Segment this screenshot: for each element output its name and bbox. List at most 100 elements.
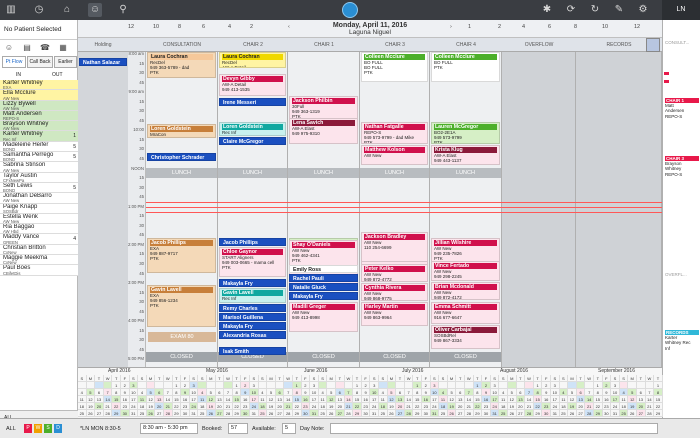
calendar-day[interactable]: 27: [396, 410, 405, 417]
calendar-day[interactable]: 22: [172, 403, 182, 410]
calendar-icon[interactable]: ▦: [58, 43, 68, 53]
next-day-arrow[interactable]: ›: [450, 24, 452, 30]
appointment-card[interactable]: Devyn Gibby AW-A Detail 949 413-1535: [219, 74, 286, 96]
calendar-day[interactable]: 9: [241, 389, 250, 396]
calendar-day[interactable]: [628, 382, 637, 389]
appointment-card[interactable]: Marisol Guillena: [219, 313, 286, 321]
calendar-day[interactable]: 5: [628, 389, 637, 396]
tab-pt-flow[interactable]: Pt Flow: [2, 56, 26, 68]
calendar-day[interactable]: 19: [267, 403, 276, 410]
calendar-day[interactable]: 4: [379, 389, 388, 396]
calendar-day[interactable]: 18: [138, 403, 147, 410]
calendar-day[interactable]: 22: [353, 403, 362, 410]
calendar-day[interactable]: 27: [516, 410, 526, 417]
calendar-day[interactable]: 21: [585, 403, 594, 410]
calendar-day[interactable]: 13: [576, 396, 586, 403]
list-item[interactable]: Karter Whitney EXA: [0, 80, 78, 91]
calendar-day[interactable]: [559, 382, 569, 389]
calendar-day[interactable]: 5: [207, 389, 216, 396]
calendar-day[interactable]: 20: [516, 403, 526, 410]
calendar-day[interactable]: 21: [103, 403, 113, 410]
calendar-day[interactable]: 23: [181, 403, 190, 410]
calendar-day[interactable]: [576, 382, 586, 389]
list-item[interactable]: Maggie Meekma CxNew: [0, 255, 78, 266]
calendar-day[interactable]: 24: [430, 403, 440, 410]
calendar-day[interactable]: 15: [353, 396, 362, 403]
clock-icon[interactable]: ◷: [32, 3, 46, 17]
calendar-day[interactable]: 21: [344, 403, 354, 410]
calendar-day[interactable]: 8: [473, 389, 483, 396]
calendar-day[interactable]: 15: [533, 396, 543, 403]
column-header[interactable]: CONSULTATION: [146, 38, 218, 52]
calendar-day[interactable]: 16: [482, 396, 491, 403]
list-item[interactable]: Lizzy Bywell AW New: [0, 100, 78, 111]
calendar-day[interactable]: 20: [576, 403, 586, 410]
calendar-day[interactable]: 15: [473, 396, 483, 403]
calendar-day[interactable]: 8: [533, 389, 543, 396]
calendar-day[interactable]: [344, 382, 354, 389]
calendar-day[interactable]: 7: [224, 389, 233, 396]
appointment-card[interactable]: Alexandria Rosas: [219, 331, 286, 339]
calendar-day[interactable]: 5: [267, 389, 276, 396]
calendar-day[interactable]: 9: [181, 389, 190, 396]
calendar-day[interactable]: 14: [585, 396, 594, 403]
calendar-day[interactable]: 29: [533, 410, 543, 417]
calendar-day[interactable]: 6: [95, 389, 104, 396]
calendar-day[interactable]: 23: [542, 403, 551, 410]
calendar-day[interactable]: 28: [284, 410, 293, 417]
calendar-day[interactable]: 27: [95, 410, 104, 417]
calendar-day[interactable]: 28: [164, 410, 173, 417]
calendar-day[interactable]: 5: [447, 389, 457, 396]
calendar-day[interactable]: 20: [456, 403, 465, 410]
appointment-card[interactable]: Emma Schmitt AW New 916 677-6647: [431, 302, 500, 324]
calendar-day[interactable]: 27: [215, 410, 225, 417]
appointment-card[interactable]: Makayla Fry: [289, 292, 358, 300]
appointment-card[interactable]: Loren Goldstein Rec Inf: [219, 122, 286, 136]
calendar-day[interactable]: 13: [396, 396, 405, 403]
calendar-day[interactable]: 26: [447, 410, 457, 417]
calendar-day[interactable]: 21: [404, 403, 414, 410]
calendar-day[interactable]: 20: [95, 403, 104, 410]
calendar-day[interactable]: [258, 382, 268, 389]
calendar-day[interactable]: 20: [275, 403, 285, 410]
sync-icon[interactable]: ⟳: [564, 3, 578, 17]
calendar-day[interactable]: 1: [594, 382, 603, 389]
calendar-day[interactable]: 9: [301, 389, 311, 396]
calendar-day[interactable]: 29: [654, 410, 663, 417]
appointment-card[interactable]: Rachel Pauli: [289, 274, 358, 282]
calendar-day[interactable]: 11: [619, 396, 629, 403]
calendar-day[interactable]: 23: [241, 403, 250, 410]
appointment-card[interactable]: Jacob Phillips: [219, 238, 286, 246]
calendar-day[interactable]: 20: [215, 403, 225, 410]
appointment-card[interactable]: Krista Klug AW-A Elast 949 443-1137: [431, 145, 500, 165]
calendar-day[interactable]: 19: [207, 403, 216, 410]
calendar-day[interactable]: 7: [525, 389, 534, 396]
calendar-day[interactable]: 29: [293, 410, 302, 417]
calendar-day[interactable]: 21: [465, 403, 474, 410]
calendar-day[interactable]: 13: [456, 396, 465, 403]
calendar-day[interactable]: 6: [155, 389, 164, 396]
calendar-day[interactable]: 30: [482, 410, 491, 417]
calendar-day[interactable]: 3: [189, 382, 199, 389]
bug-icon[interactable]: ✱: [540, 3, 554, 17]
calendar-day[interactable]: 14: [645, 396, 655, 403]
calendar-day[interactable]: 6: [637, 389, 646, 396]
calendar-day[interactable]: 23: [602, 403, 612, 410]
calendar-day[interactable]: [619, 382, 629, 389]
calendar-day[interactable]: 27: [576, 410, 586, 417]
calendar-day[interactable]: 7: [284, 389, 293, 396]
calendar-day[interactable]: 31: [250, 410, 259, 417]
appointment-card[interactable]: Harley Martin AW New 949 863-9964: [361, 302, 428, 326]
calendar-day[interactable]: 22: [654, 403, 663, 410]
calendar-day[interactable]: 3: [250, 382, 259, 389]
calendar-day[interactable]: 5: [568, 389, 577, 396]
calendar-day[interactable]: 14: [465, 396, 474, 403]
calendar-day[interactable]: 17: [129, 396, 139, 403]
calendar-day[interactable]: 17: [490, 396, 500, 403]
appointment-card[interactable]: Oliver Carbajal SOSBdRel 949 867-3334: [431, 325, 500, 349]
calendar-day[interactable]: [387, 382, 397, 389]
location-label[interactable]: LN: [662, 0, 700, 20]
appointment-card[interactable]: Laura Cochran RecDel 949 363-5789 - dad PTK: [147, 52, 216, 78]
person-icon[interactable]: ☺: [4, 43, 14, 53]
calendar-day[interactable]: 7: [164, 389, 173, 396]
